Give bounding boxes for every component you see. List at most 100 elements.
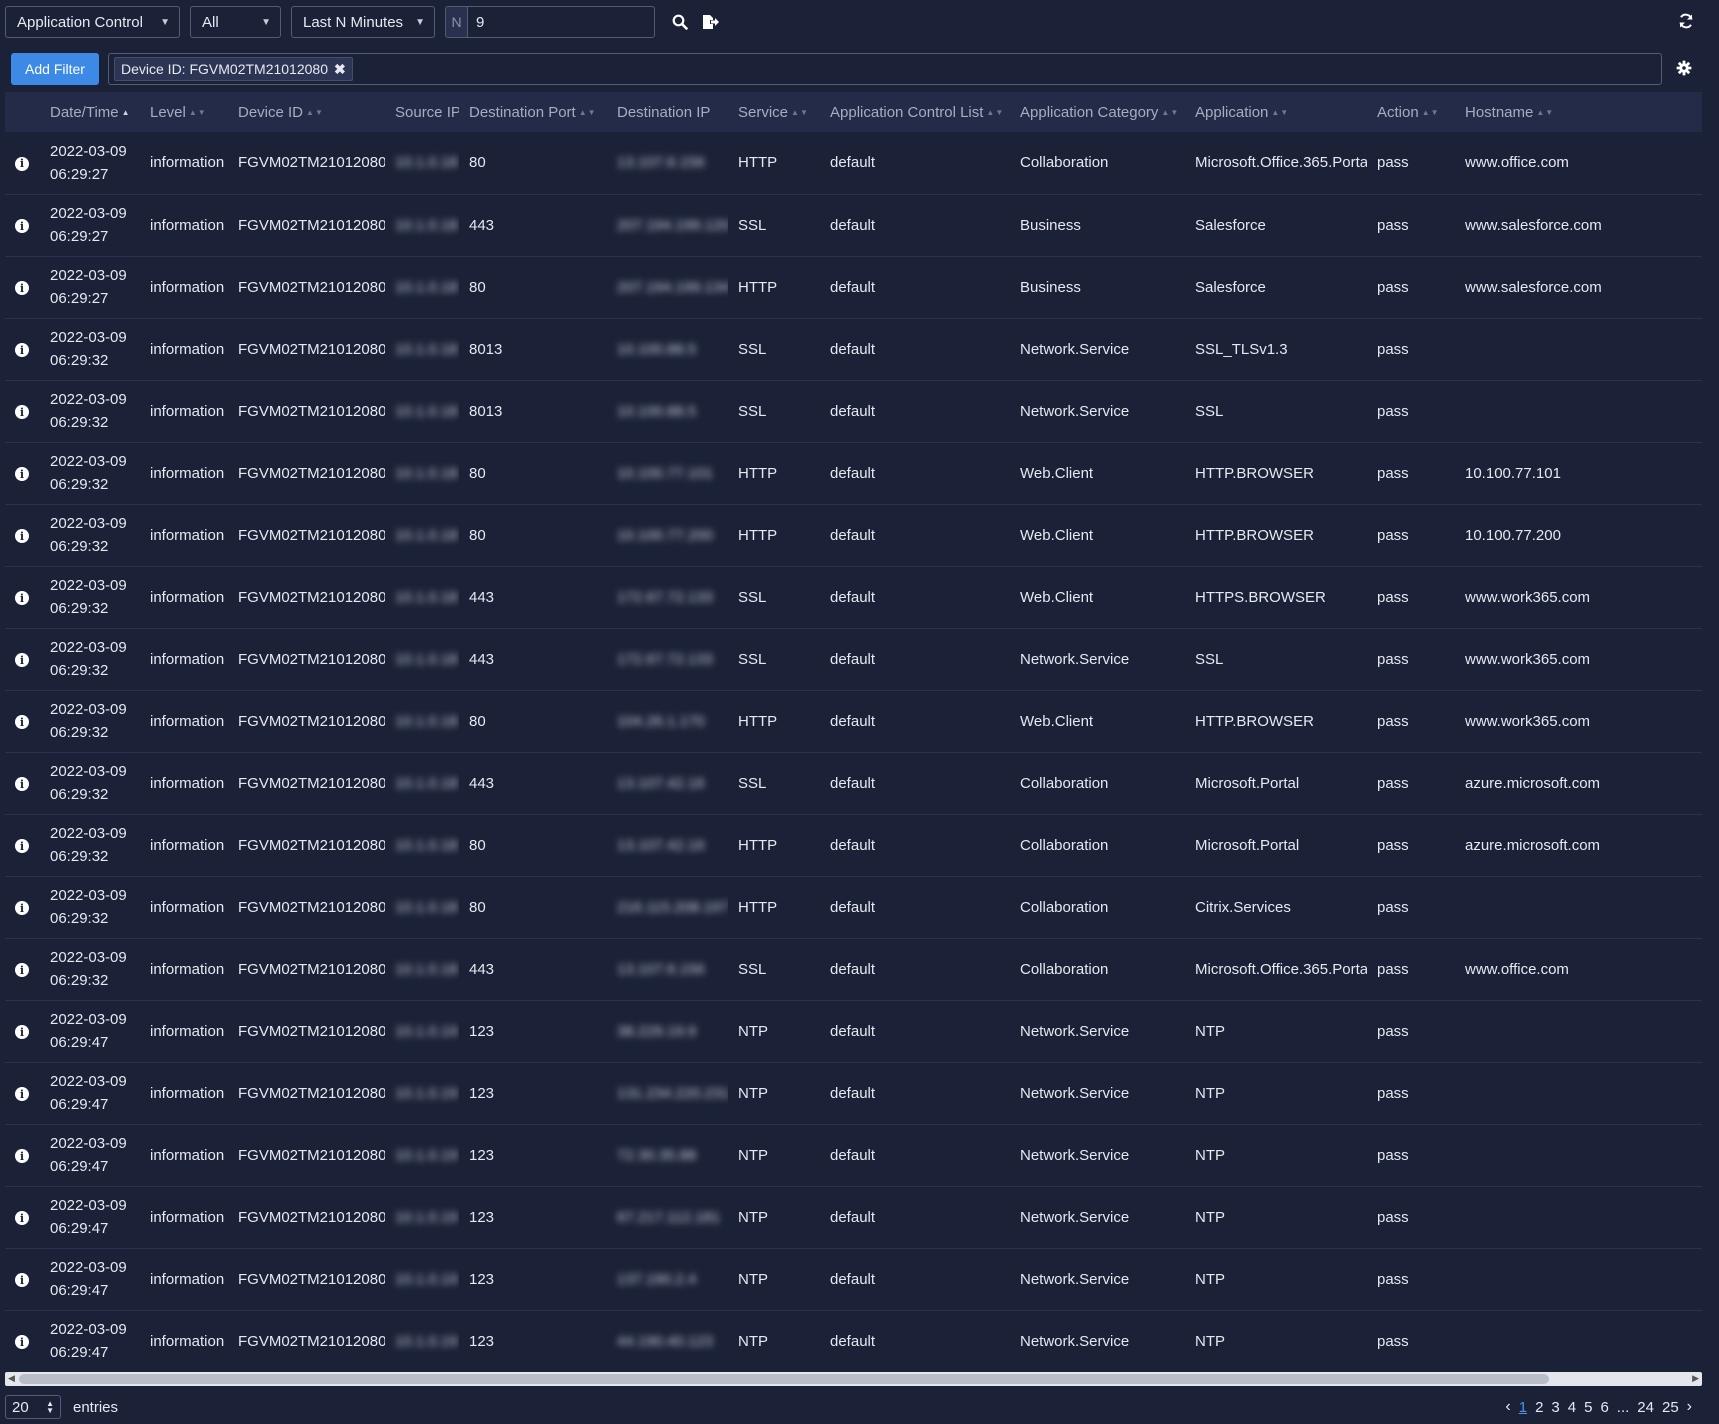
table-row[interactable]: i 2022-03-09 06:29:32 information FGVM02TM21… [5,876,1702,938]
table-row[interactable]: i 2022-03-09 06:29:32 information FGVM02TM21… [5,318,1702,380]
gear-icon[interactable] [1672,56,1696,80]
table-row[interactable]: i 2022-03-09 06:29:47 information FGVM02TM21… [5,1310,1702,1372]
table-row[interactable]: i 2022-03-09 06:29:32 information FGVM02TM21… [5,504,1702,566]
page-link[interactable]: 25 [1662,1399,1679,1416]
table-row[interactable]: i 2022-03-09 06:29:32 information FGVM02TM21… [5,566,1702,628]
n-minutes-input[interactable]: 9 [468,7,654,37]
info-icon[interactable]: i [15,467,29,481]
column-header-destination-port[interactable]: Destination Port ▲▼ [459,92,607,132]
row-info-cell[interactable]: i [5,1186,40,1248]
page-link[interactable]: 2 [1535,1399,1543,1416]
row-info-cell[interactable]: i [5,938,40,1000]
table-row[interactable]: i 2022-03-09 06:29:27 information FGVM02TM21… [5,256,1702,318]
info-icon[interactable]: i [15,281,29,295]
info-icon[interactable]: i [15,591,29,605]
page-link[interactable]: 5 [1584,1399,1592,1416]
row-info-cell[interactable]: i [5,814,40,876]
info-icon[interactable]: i [15,1335,29,1349]
info-icon[interactable]: i [15,901,29,915]
info-icon[interactable]: i [15,219,29,233]
column-header-level[interactable]: Level ▲▼ [140,92,228,132]
row-info-cell[interactable]: i [5,566,40,628]
scroll-right-icon[interactable]: ▶ [1692,1373,1699,1384]
page-size-select[interactable]: 20 ▲ ▼ [5,1395,61,1419]
table-row[interactable]: i 2022-03-09 06:29:47 information FGVM02TM21… [5,1248,1702,1310]
table-row[interactable]: i 2022-03-09 06:29:47 information FGVM02TM21… [5,1186,1702,1248]
severity-select[interactable]: All ▼ [190,6,281,38]
info-icon[interactable]: i [15,1273,29,1287]
row-info-cell[interactable]: i [5,132,40,194]
row-info-cell[interactable]: i [5,690,40,752]
row-info-cell[interactable]: i [5,1248,40,1310]
info-icon[interactable]: i [15,405,29,419]
row-info-cell[interactable]: i [5,1310,40,1372]
info-icon[interactable]: i [15,1149,29,1163]
info-icon[interactable]: i [15,777,29,791]
row-info-cell[interactable]: i [5,628,40,690]
info-icon[interactable]: i [15,963,29,977]
page-link[interactable]: 1 [1519,1399,1527,1416]
row-info-cell[interactable]: i [5,256,40,318]
add-filter-button[interactable]: Add Filter [11,53,99,85]
log-table-container[interactable]: Date/Time ▲ Level ▲▼ Device ID ▲▼ Source IP… [5,92,1702,1372]
row-info-cell[interactable]: i [5,504,40,566]
info-icon[interactable]: i [15,1211,29,1225]
table-row[interactable]: i 2022-03-09 06:29:32 information FGVM02TM21… [5,690,1702,752]
scrollbar-thumb[interactable] [19,1374,1549,1384]
chevron-right-icon[interactable]: › [1687,1398,1692,1416]
row-info-cell[interactable]: i [5,1000,40,1062]
row-info-cell[interactable]: i [5,876,40,938]
table-row[interactable]: i 2022-03-09 06:29:32 information FGVM02TM21… [5,938,1702,1000]
page-link[interactable]: 4 [1568,1399,1576,1416]
info-icon[interactable]: i [15,343,29,357]
table-row[interactable]: i 2022-03-09 06:29:47 information FGVM02TM21… [5,1124,1702,1186]
column-header-action[interactable]: Action ▲▼ [1367,92,1455,132]
column-header-service[interactable]: Service ▲▼ [728,92,820,132]
info-icon[interactable]: i [15,715,29,729]
scroll-left-icon[interactable]: ◀ [8,1373,15,1384]
time-range-select[interactable]: Last N Minutes ▼ [291,6,435,38]
column-header-hostname[interactable]: Hostname ▲▼ [1455,92,1702,132]
page-link[interactable]: 6 [1600,1399,1608,1416]
log-type-select[interactable]: Application Control ▼ [5,6,180,38]
table-row[interactable]: i 2022-03-09 06:29:32 information FGVM02TM21… [5,442,1702,504]
table-row[interactable]: i 2022-03-09 06:29:47 information FGVM02TM21… [5,1062,1702,1124]
row-info-cell[interactable]: i [5,380,40,442]
filter-chip[interactable]: Device ID: FGVM02TM21012080 ✖ [114,57,353,81]
close-icon[interactable]: ✖ [334,61,346,78]
chevron-left-icon[interactable]: ‹ [1505,1398,1510,1416]
column-header-destination-ip[interactable]: Destination IP [607,92,728,132]
column-header-datetime[interactable]: Date/Time ▲ [40,92,140,132]
search-icon[interactable] [665,6,695,38]
info-icon[interactable]: i [15,839,29,853]
row-info-cell[interactable]: i [5,752,40,814]
page-link[interactable]: 24 [1637,1399,1654,1416]
column-header-device-id[interactable]: Device ID ▲▼ [228,92,385,132]
table-row[interactable]: i 2022-03-09 06:29:32 information FGVM02TM21… [5,814,1702,876]
table-row[interactable]: i 2022-03-09 06:29:27 information FGVM02TM21… [5,132,1702,194]
refresh-icon[interactable] [1673,8,1699,34]
table-row[interactable]: i 2022-03-09 06:29:47 information FGVM02TM21… [5,1000,1702,1062]
info-icon[interactable]: i [15,1087,29,1101]
row-info-cell[interactable]: i [5,194,40,256]
horizontal-scrollbar[interactable]: ◀ ▶ [5,1372,1702,1386]
filter-input[interactable]: Device ID: FGVM02TM21012080 ✖ [108,53,1662,85]
page-link[interactable]: 3 [1551,1399,1559,1416]
info-icon[interactable]: i [15,653,29,667]
info-icon[interactable]: i [15,529,29,543]
column-header-source-ip[interactable]: Source IP [385,92,459,132]
table-row[interactable]: i 2022-03-09 06:29:32 information FGVM02TM21… [5,752,1702,814]
row-info-cell[interactable]: i [5,1124,40,1186]
column-header-application-control-list[interactable]: Application Control List ▲▼ [820,92,1010,132]
table-row[interactable]: i 2022-03-09 06:29:32 information FGVM02TM21… [5,380,1702,442]
info-icon[interactable]: i [15,156,29,171]
column-header-application[interactable]: Application ▲▼ [1185,92,1367,132]
table-row[interactable]: i 2022-03-09 06:29:32 information FGVM02TM21… [5,628,1702,690]
row-info-cell[interactable]: i [5,318,40,380]
row-info-cell[interactable]: i [5,1062,40,1124]
row-info-cell[interactable]: i [5,442,40,504]
table-row[interactable]: i 2022-03-09 06:29:27 information FGVM02TM21… [5,194,1702,256]
column-header-application-category[interactable]: Application Category ▲▼ [1010,92,1185,132]
info-icon[interactable]: i [15,1025,29,1039]
export-icon[interactable] [695,6,725,38]
